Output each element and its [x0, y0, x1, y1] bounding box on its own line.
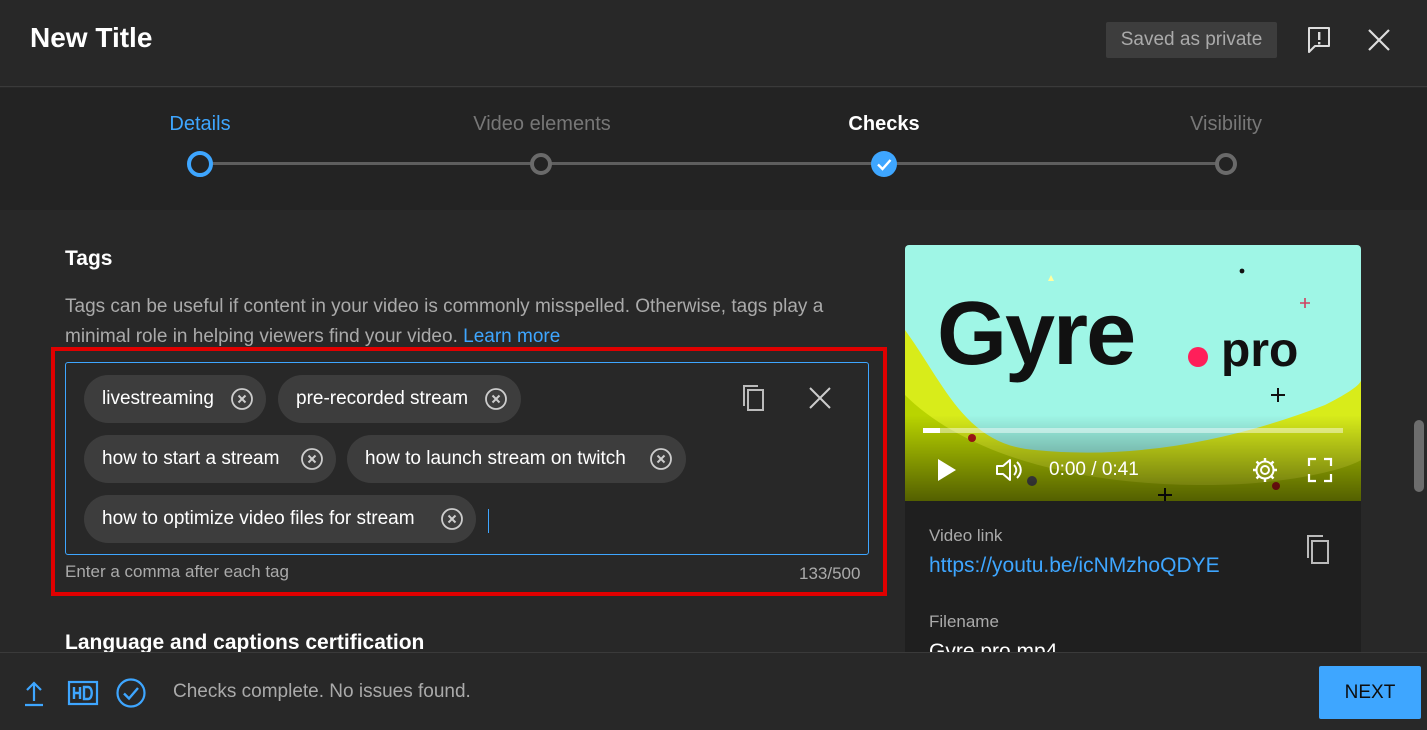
details-content: Tags Tags can be useful if content in yo…: [0, 210, 1427, 652]
step-checks-label[interactable]: Checks: [848, 113, 919, 136]
filename-label: Filename: [929, 612, 999, 631]
video-brand-suffix: pro: [1221, 324, 1299, 377]
volume-icon[interactable]: [994, 455, 1024, 485]
learn-more-link[interactable]: Learn more: [463, 326, 560, 347]
upload-stepper: Details Video elements Checks Visibility: [0, 88, 1427, 210]
step-video-elements-label[interactable]: Video elements: [473, 113, 611, 136]
page-title: New Title: [30, 22, 153, 53]
step-video-elements-dot[interactable]: [530, 153, 552, 175]
play-icon[interactable]: [931, 455, 961, 485]
tag-chip-label: how to launch stream on twitch: [365, 448, 626, 469]
video-progress-bar[interactable]: [923, 428, 1343, 433]
filename-value: Gyre.pro.mp4: [929, 640, 1058, 652]
settings-icon[interactable]: [1250, 455, 1280, 485]
tag-chip-label: pre-recorded stream: [296, 388, 469, 409]
step-visibility-label[interactable]: Visibility: [1190, 113, 1262, 136]
feedback-icon[interactable]: [1303, 24, 1335, 56]
clear-icon[interactable]: [805, 383, 835, 413]
scrollbar-thumb[interactable]: [1414, 420, 1424, 492]
tag-chip-label: how to start a stream: [102, 448, 280, 469]
remove-tag-icon[interactable]: [649, 447, 673, 471]
dialog-header: New Title Saved as private: [0, 0, 1427, 87]
video-time: 0:00 / 0:41: [1049, 459, 1139, 480]
next-button[interactable]: NEXT: [1319, 666, 1421, 719]
video-brand-text: Gyre: [937, 284, 1136, 384]
step-visibility-dot[interactable]: [1215, 153, 1237, 175]
tags-description: Tags can be useful if content in your vi…: [65, 292, 865, 352]
video-preview-card: Gyre pro 0:00 / 0:41 Video link https://…: [905, 245, 1361, 652]
tag-chip: livestreaming: [84, 375, 266, 423]
video-player[interactable]: Gyre pro 0:00 / 0:41: [905, 245, 1361, 501]
tags-description-text: Tags can be useful if content in your vi…: [65, 296, 824, 347]
fullscreen-icon[interactable]: [1305, 455, 1335, 485]
tags-heading: Tags: [65, 247, 113, 270]
text-caret: [488, 509, 489, 533]
tag-chip: pre-recorded stream: [278, 375, 521, 423]
tag-chip: how to start a stream: [84, 435, 336, 483]
close-icon[interactable]: [1363, 24, 1395, 56]
brand-dot: [1188, 347, 1208, 367]
tags-character-count: 133/500: [799, 564, 861, 583]
remove-tag-icon[interactable]: [440, 507, 464, 531]
remove-tag-icon[interactable]: [230, 387, 254, 411]
tags-hint: Enter a comma after each tag: [65, 562, 289, 581]
tag-chip: how to optimize video files for stream: [84, 495, 476, 543]
upload-icon[interactable]: [18, 677, 50, 709]
tag-chip-label: livestreaming: [102, 388, 214, 409]
saved-status-badge: Saved as private: [1106, 22, 1277, 58]
copy-icon[interactable]: [739, 383, 769, 413]
checks-status: Checks complete. No issues found.: [173, 681, 471, 702]
copy-link-icon[interactable]: [1303, 533, 1333, 567]
video-link[interactable]: https://youtu.be/icNMzhoQDYE: [929, 554, 1220, 578]
language-captions-heading: Language and captions certification: [65, 631, 425, 652]
stepper-track: [200, 162, 1226, 165]
step-details-dot[interactable]: [187, 151, 213, 177]
step-checks-dot[interactable]: [871, 151, 897, 177]
remove-tag-icon[interactable]: [484, 387, 508, 411]
step-details-label[interactable]: Details: [169, 113, 230, 136]
tag-chip-label: how to optimize video files for stream: [102, 508, 415, 529]
video-link-label: Video link: [929, 526, 1003, 545]
tag-chip: how to launch stream on twitch: [347, 435, 686, 483]
hd-icon[interactable]: [67, 677, 99, 709]
remove-tag-icon[interactable]: [300, 447, 324, 471]
checkmark-icon: [877, 159, 892, 171]
tags-input[interactable]: livestreaming pre-recorded stream how to…: [65, 362, 869, 555]
dialog-footer: Checks complete. No issues found. NEXT: [0, 652, 1427, 730]
check-circle-icon[interactable]: [115, 677, 147, 709]
video-progress-fill: [923, 428, 940, 433]
